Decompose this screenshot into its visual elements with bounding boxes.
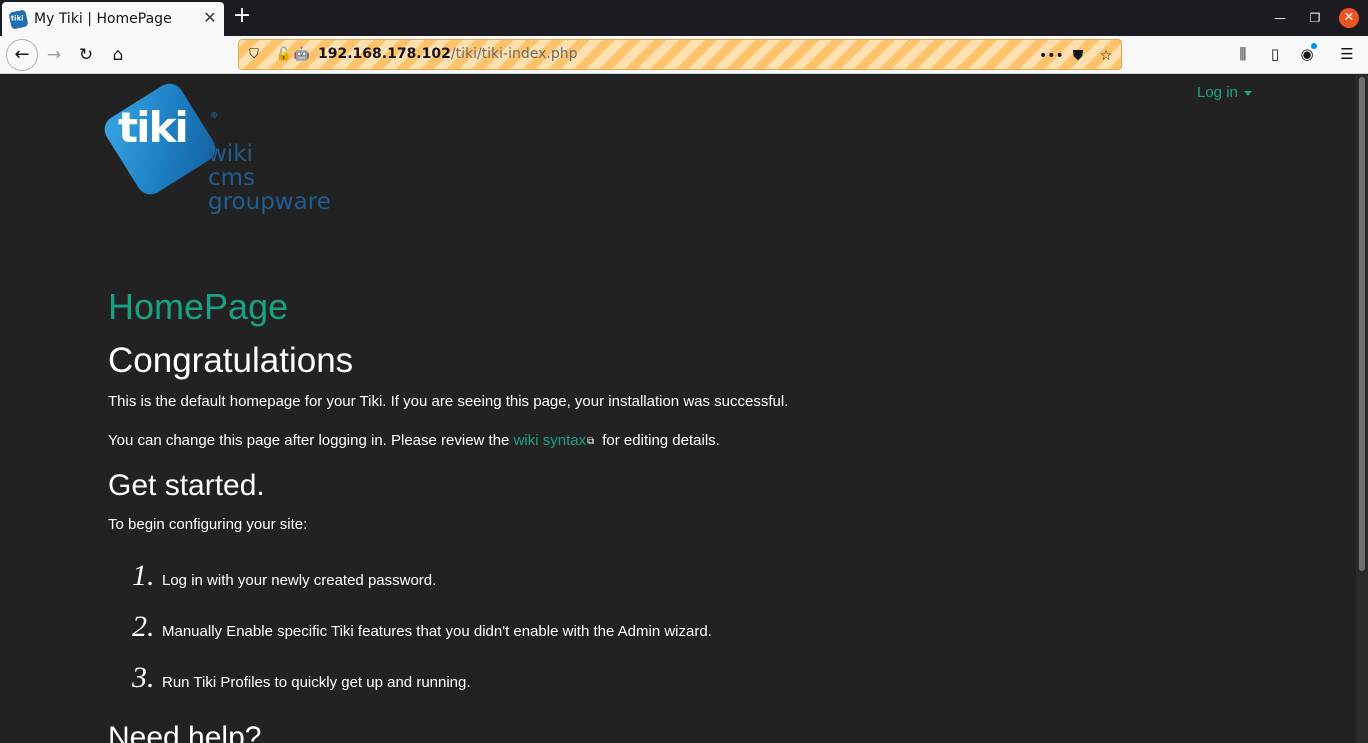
step-number: 1. <box>132 559 155 592</box>
tiki-profiles-link[interactable]: Tiki Profiles <box>193 674 270 691</box>
navigation-toolbar: ← → ↻ ⌂ ⛉ 🔓 🤖 192.168.178.102/tiki/tiki-… <box>0 36 1368 74</box>
restore-window-icon[interactable]: ❐ <box>1305 8 1325 28</box>
logo-registered-mark: ® <box>210 111 218 120</box>
logo-line-cms: cms <box>208 165 256 191</box>
logo-wordmark: tiki <box>118 103 189 152</box>
need-help-heading: Need help? <box>108 721 262 743</box>
enable-features-link[interactable]: Enable specific Tiki features <box>226 623 412 640</box>
minimize-window-icon[interactable]: — <box>1270 8 1290 28</box>
new-tab-button[interactable]: + <box>230 5 254 29</box>
external-link-icon: ⧉ <box>587 435 595 447</box>
change-text-after: for editing details. <box>598 432 720 449</box>
tab-strip: tiki My Tiki | HomePage ✕ + — ❐ ✕ <box>0 0 1368 36</box>
close-window-icon[interactable]: ✕ <box>1339 8 1359 28</box>
step-number: 2. <box>132 610 155 643</box>
account-notification-dot <box>1311 43 1317 49</box>
login-dropdown[interactable]: Log in <box>1197 84 1252 101</box>
close-tab-icon[interactable]: ✕ <box>200 8 220 28</box>
step-text-before: Manually <box>162 623 227 640</box>
step-number: 3. <box>132 661 155 694</box>
insecure-lock-icon[interactable]: 🔓 <box>275 46 293 64</box>
url-text[interactable]: 192.168.178.102/tiki/tiki-index.php <box>318 46 578 62</box>
favicon-text: tiki <box>10 14 24 23</box>
page-title[interactable]: HomePage <box>108 286 288 328</box>
pocket-icon[interactable]: ⛊ <box>1068 46 1088 66</box>
library-icon[interactable]: ⫼ <box>1232 43 1254 65</box>
page-actions-more-icon[interactable]: ••• <box>1039 46 1064 66</box>
logo-line-groupware: groupware <box>208 189 331 215</box>
congratulations-heading: Congratulations <box>108 341 354 380</box>
step-text: Log in with your newly created password. <box>162 572 437 589</box>
browser-tab[interactable]: tiki My Tiki | HomePage ✕ <box>2 2 224 36</box>
step-text-before: Run <box>162 674 194 691</box>
url-path: /tiki/tiki-index.php <box>450 46 578 62</box>
tiki-logo[interactable]: tiki ® wiki cms groupware <box>99 78 356 218</box>
scrollbar-thumb[interactable] <box>1359 77 1365 571</box>
home-button[interactable]: ⌂ <box>104 41 132 69</box>
get-started-heading: Get started. <box>108 469 265 502</box>
hamburger-menu-icon[interactable]: ☰ <box>1336 43 1358 65</box>
caret-down-icon <box>1243 90 1252 96</box>
bookmark-star-icon[interactable]: ☆ <box>1096 46 1116 66</box>
address-bar[interactable]: ⛉ 🔓 🤖 192.168.178.102/tiki/tiki-index.ph… <box>238 39 1122 70</box>
step-text-after: that you didn't enable with the Admin wi… <box>412 623 712 640</box>
tiki-favicon-icon: tiki <box>8 9 29 30</box>
wiki-syntax-link[interactable]: wiki syntax <box>514 432 587 449</box>
intro-paragraph: This is the default homepage for your Ti… <box>108 393 789 410</box>
reload-button[interactable]: ↻ <box>72 41 100 69</box>
list-item: 1. Log in with your newly created passwor… <box>132 559 436 593</box>
remote-control-robot-icon[interactable]: 🤖 <box>293 46 311 64</box>
tab-title: My Tiki | HomePage <box>34 11 172 27</box>
step-text-after: to quickly get up and running. <box>270 674 471 691</box>
change-text-before: You can change this page after logging i… <box>108 432 514 449</box>
url-host: 192.168.178.102 <box>318 46 451 62</box>
tracking-protection-shield-icon[interactable]: ⛉ <box>245 46 263 64</box>
logo-line-wiki: wiki <box>208 141 253 167</box>
login-label: Log in <box>1197 84 1238 101</box>
back-button[interactable]: ← <box>6 39 38 71</box>
change-page-paragraph: You can change this page after logging i… <box>108 432 720 449</box>
web-page: tiki ® wiki cms groupware Log in HomePag… <box>0 75 1356 743</box>
sidebar-toggle-icon[interactable]: ▯ <box>1264 43 1286 65</box>
list-item: 2. Manually Enable specific Tiki features… <box>132 610 712 644</box>
page-scrollbar[interactable] <box>1356 75 1368 743</box>
get-started-intro: To begin configuring your site: <box>108 516 308 533</box>
list-item: 3. Run Tiki Profiles to quickly get up an… <box>132 661 471 695</box>
forward-button[interactable]: → <box>40 41 68 69</box>
